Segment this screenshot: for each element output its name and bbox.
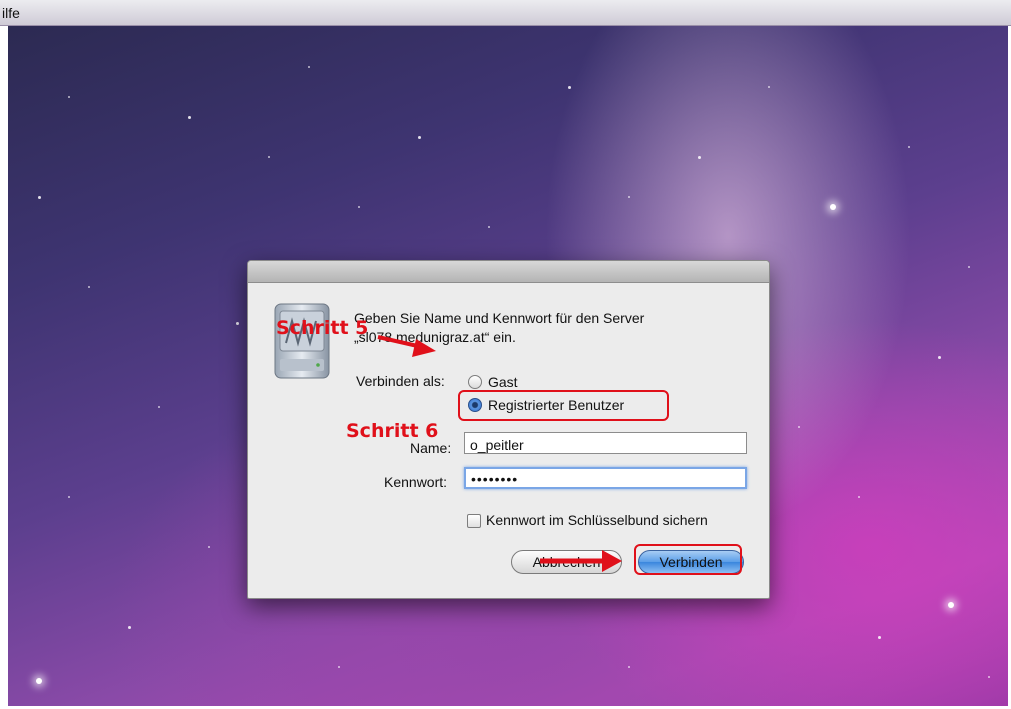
step5-arrow	[377, 335, 436, 357]
connect-arrow	[540, 550, 622, 572]
annotation-arrows	[377, 335, 622, 572]
